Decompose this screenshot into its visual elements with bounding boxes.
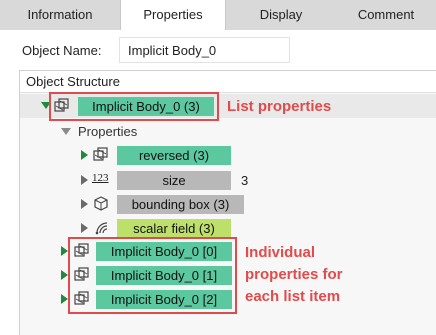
properties-collapse-arrow-icon[interactable] — [61, 128, 71, 135]
expand-arrow-icon[interactable] — [61, 270, 68, 280]
tab-information[interactable]: Information — [0, 0, 120, 30]
property-bounding-box-pill[interactable]: bounding box (3) — [117, 195, 244, 214]
annotation-individual-line-2: properties for — [245, 266, 343, 283]
tab-bar: Information Properties Display Comment — [0, 0, 436, 30]
bounding-box-icon — [94, 196, 108, 211]
scalar-field-icon — [95, 222, 108, 235]
tab-properties[interactable]: Properties — [120, 0, 226, 30]
object-name-label: Object Name: — [22, 43, 102, 58]
list-object-icon — [93, 147, 108, 161]
expand-arrow-icon[interactable] — [61, 246, 68, 256]
tab-comment[interactable]: Comment — [336, 0, 436, 30]
expand-arrow-icon[interactable] — [81, 150, 88, 160]
expand-arrow-icon[interactable] — [81, 199, 88, 209]
annotation-list-properties: List properties — [227, 98, 332, 115]
properties-label: Properties — [78, 124, 138, 139]
property-size-pill[interactable]: size — [117, 171, 231, 190]
annotation-individual-line-1: Individual — [245, 244, 316, 261]
object-name-input[interactable] — [119, 37, 290, 63]
individual-properties-highlight-box — [68, 237, 237, 314]
annotation-individual-line-3: each list item — [245, 288, 341, 305]
tab-display[interactable]: Display — [226, 0, 336, 30]
property-scalar-field-pill[interactable]: scalar field (3) — [117, 219, 231, 238]
property-size-value: 3 — [241, 173, 249, 188]
list-properties-highlight-box — [49, 92, 219, 121]
property-reversed-pill[interactable]: reversed (3) — [117, 146, 231, 165]
expand-arrow-icon[interactable] — [81, 175, 88, 185]
expand-arrow-icon[interactable] — [81, 223, 88, 233]
integer-icon: 123 — [92, 172, 109, 184]
object-structure-title: Object Structure — [19, 70, 436, 92]
expand-arrow-icon[interactable] — [61, 294, 68, 304]
